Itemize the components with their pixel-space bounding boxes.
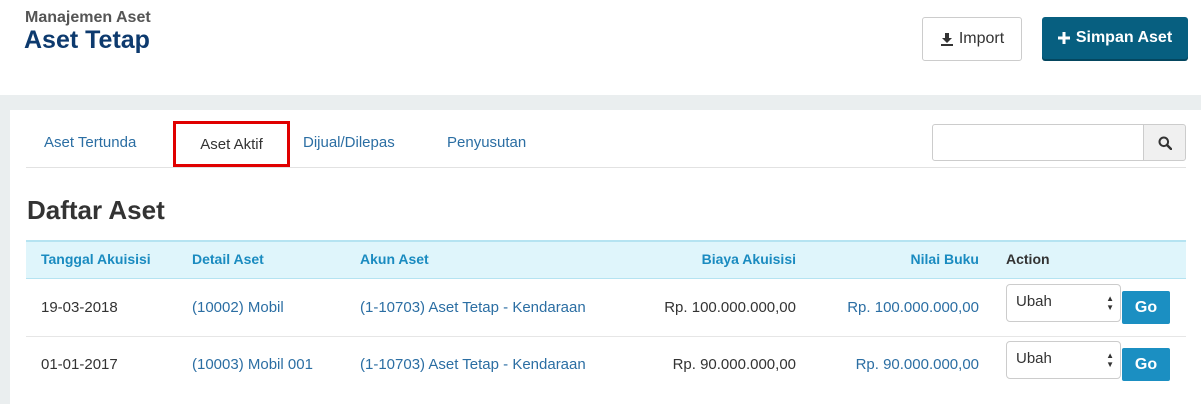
tab-divider [26,167,1186,168]
cell-book-value-link[interactable]: Rp. 100.000.000,00 [729,299,979,316]
header-nilai-buku[interactable]: Nilai Buku [779,251,979,267]
import-button[interactable]: Import [922,17,1022,61]
list-title: Daftar Aset [27,195,165,225]
tab-penyusutan[interactable]: Penyusutan [447,134,526,151]
cell-detail-link[interactable]: (10002) Mobil [192,299,284,316]
cell-book-value-link[interactable]: Rp. 90.000.000,00 [729,356,979,373]
header-detail-aset[interactable]: Detail Aset [192,251,264,267]
action-select-value: Ubah [1016,350,1052,367]
page-subtitle: Manajemen Aset [25,9,151,26]
search-icon [1158,136,1172,150]
tab-aset-aktif[interactable]: Aset Aktif [173,121,290,167]
page-header: Manajemen Aset Aset Tetap Import Simpan … [0,0,1201,95]
header-biaya-akuisisi[interactable]: Biaya Akuisisi [596,251,796,267]
go-button[interactable]: Go [1122,291,1170,324]
import-button-label: Import [958,30,1005,47]
select-arrows-icon: ▲ ▼ [1106,294,1114,312]
header-tanggal-akuisisi[interactable]: Tanggal Akuisisi [41,251,151,267]
header-action: Action [1006,251,1050,267]
action-select-value: Ubah [1016,293,1052,310]
tab-dijual-dilepas[interactable]: Dijual/Dilepas [303,134,395,151]
plus-icon [1057,32,1070,44]
header-akun-aset[interactable]: Akun Aset [360,251,429,267]
search-button[interactable] [1143,124,1186,161]
cell-detail-link[interactable]: (10003) Mobil 001 [192,356,313,373]
go-button[interactable]: Go [1122,348,1170,381]
action-select[interactable]: Ubah ▲ ▼ [1006,341,1121,379]
tab-aset-aktif-label: Aset Aktif [200,135,263,153]
save-asset-button[interactable]: Simpan Aset [1042,17,1188,59]
save-asset-button-label: Simpan Aset [1075,29,1173,46]
tab-aset-tertunda[interactable]: Aset Tertunda [44,134,136,151]
search-input[interactable] [932,124,1144,161]
page-title: Aset Tetap [24,26,150,54]
cell-date: 19-03-2018 [41,299,118,316]
cell-date: 01-01-2017 [41,356,118,373]
action-select[interactable]: Ubah ▲ ▼ [1006,284,1121,322]
select-arrows-icon: ▲ ▼ [1106,351,1114,369]
download-icon [940,33,953,46]
row-divider [26,336,1186,337]
